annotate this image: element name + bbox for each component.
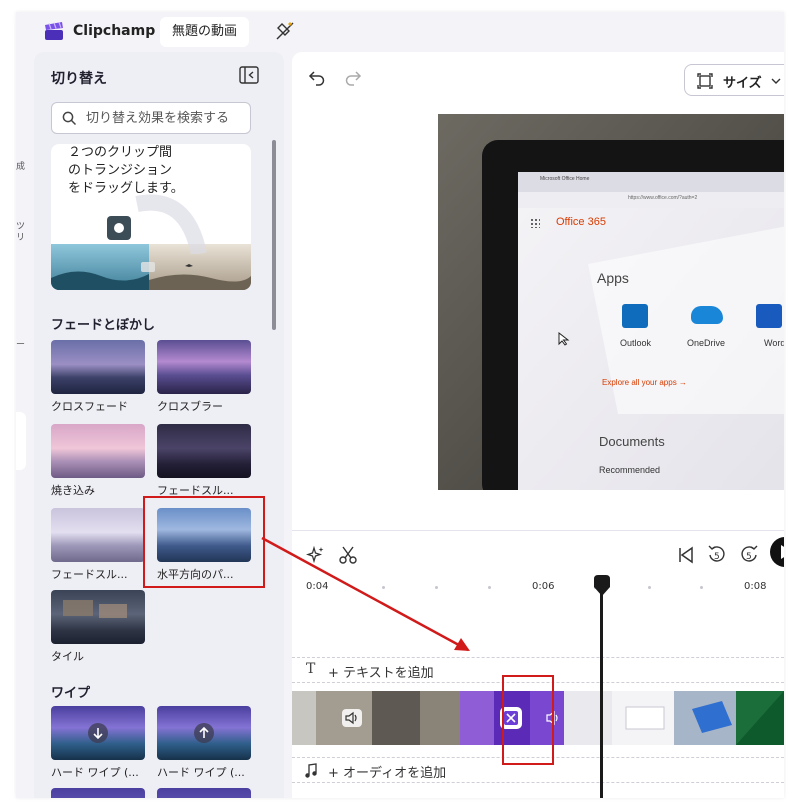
- play-button[interactable]: [770, 537, 784, 567]
- clipchamp-window: Clipchamp 無題の動画 成 ツ リ ー 切り替え 切り替え効果を検索する…: [16, 12, 784, 798]
- preview-area: サイズ Microsoft Office Home https://www.of…: [292, 52, 784, 530]
- annotation-arrow: [261, 536, 470, 652]
- transition-thumb-crossfade[interactable]: [51, 340, 145, 394]
- app-launcher-icon: [530, 218, 540, 228]
- video-preview[interactable]: Microsoft Office Home https://www.office…: [438, 114, 784, 490]
- add-audio-label[interactable]: + オーディオを追加: [328, 762, 446, 781]
- aspect-ratio-label: サイズ: [723, 76, 762, 91]
- panel-title: 切り替え: [51, 71, 107, 87]
- aspect-ratio-button[interactable]: サイズ: [684, 64, 784, 96]
- annotation-highlight-transition: [143, 496, 265, 588]
- word-icon: [756, 304, 782, 328]
- redo-icon[interactable]: [344, 68, 362, 86]
- rail-active-item[interactable]: [16, 412, 26, 470]
- browser-url: https://www.office.com/?auth=2: [628, 195, 698, 201]
- tile-piece: [99, 604, 127, 618]
- left-rail: 成 ツ リ ー: [16, 52, 34, 798]
- app-name: Outlook: [620, 338, 652, 348]
- transition-label: ハード ワイプ (...: [51, 766, 139, 779]
- outlook-icon: [622, 304, 648, 328]
- transition-label: クロスフェード: [51, 400, 128, 413]
- documents-heading: Documents: [599, 434, 665, 449]
- top-bar: Clipchamp 無題の動画: [16, 12, 784, 52]
- transition-tip-card: ２つのクリップ間 のトランジション をドラッグします。: [51, 144, 251, 290]
- ruler-tick: [700, 586, 703, 589]
- music-note-icon: [305, 763, 317, 778]
- transition-thumb-crossblur[interactable]: [157, 340, 251, 394]
- search-icon: [62, 111, 77, 126]
- transition-label: ハード ワイプ (...: [157, 766, 245, 779]
- onedrive-icon: [691, 306, 723, 324]
- chevron-down-icon: [771, 78, 781, 84]
- panel-scrollbar[interactable]: [272, 140, 276, 330]
- transition-label: タイル: [51, 650, 84, 663]
- time-label: 0:08: [744, 581, 767, 592]
- add-text-label[interactable]: + テキストを追加: [328, 662, 434, 681]
- mouse-cursor-icon: [558, 332, 570, 346]
- apps-heading: Apps: [597, 270, 629, 286]
- transition-label: クロスブラー: [157, 400, 223, 413]
- clipchamp-logo-icon: [45, 21, 63, 40]
- office-product-name: Office 365: [556, 216, 606, 228]
- app-name: OneDrive: [687, 338, 726, 348]
- brand-kit-icon[interactable]: [274, 20, 296, 42]
- annotation-highlight-timeline-transition: [502, 675, 554, 765]
- app-name: Word: [764, 338, 784, 348]
- transition-thumb-tiles[interactable]: [51, 590, 145, 644]
- playhead-handle[interactable]: [592, 575, 612, 597]
- transition-thumb-hard-wipe-up[interactable]: [157, 706, 251, 760]
- transition-thumb-fade-through-white[interactable]: [51, 508, 145, 562]
- arrow-down-icon: [88, 723, 108, 743]
- recommended-label: Recommended: [599, 465, 661, 475]
- playhead[interactable]: [600, 585, 603, 798]
- undo-icon[interactable]: [308, 68, 326, 86]
- transition-label: 焼き込み: [51, 484, 95, 497]
- transition-thumb-hard-wipe-down[interactable]: [51, 706, 145, 760]
- app-brand: Clipchamp: [73, 23, 156, 39]
- search-field[interactable]: [51, 102, 251, 134]
- transition-thumb-wipe[interactable]: [51, 788, 145, 798]
- rail-item-label[interactable]: ー: [16, 340, 26, 351]
- search-input[interactable]: [86, 107, 250, 129]
- transition-thumb-burn[interactable]: [51, 424, 145, 478]
- explore-apps-link: Explore all your apps →: [602, 378, 687, 387]
- forward-5-button[interactable]: 5: [738, 543, 760, 567]
- skip-to-start-icon[interactable]: [676, 545, 696, 565]
- transition-thumb-wipe[interactable]: [157, 788, 251, 798]
- transition-thumb-fade-through-black[interactable]: [157, 424, 251, 478]
- ruler-tick: [648, 586, 651, 589]
- section-title-fade: フェードとぼかし: [51, 318, 156, 333]
- collapse-panel-icon[interactable]: [239, 66, 259, 84]
- browser-tab-title: Microsoft Office Home: [540, 176, 590, 182]
- transitions-panel: 切り替え ２つのクリップ間 のトランジション をドラッグします。: [34, 52, 284, 798]
- aspect-ratio-icon: [697, 73, 713, 89]
- tile-piece: [63, 600, 93, 616]
- drag-arc: [135, 194, 207, 254]
- rail-item-label[interactable]: ツ リ: [16, 222, 26, 244]
- tip-text: ２つのクリップ間 のトランジション をドラッグします。: [68, 145, 184, 196]
- project-title[interactable]: 無題の動画: [160, 17, 250, 47]
- play-icon: [781, 545, 784, 559]
- time-label: 0:06: [532, 581, 555, 592]
- forward-seconds: 5: [746, 552, 752, 562]
- section-title-wipe: ワイプ: [51, 686, 91, 701]
- clip-audio-icon[interactable]: [342, 709, 362, 727]
- text-track-icon: T: [306, 661, 316, 677]
- rewind-seconds: 5: [714, 552, 720, 562]
- rewind-5-button[interactable]: 5: [706, 543, 728, 567]
- arrow-up-icon: [194, 723, 214, 743]
- rail-item-label[interactable]: 成: [16, 162, 26, 173]
- transition-label: フェードスル...: [51, 568, 128, 581]
